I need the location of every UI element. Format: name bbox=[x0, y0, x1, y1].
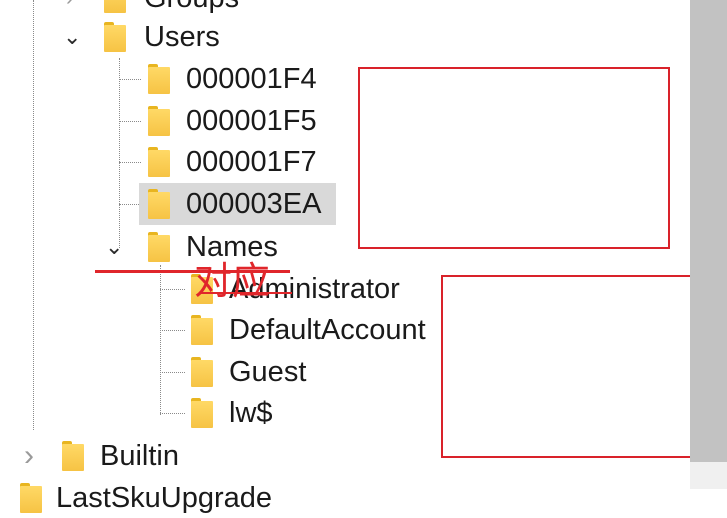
tree-node-label: 000003EA bbox=[186, 188, 322, 220]
tree-node-builtin[interactable]: › Builtin bbox=[0, 436, 250, 476]
chevron-right-icon[interactable]: › bbox=[66, 0, 73, 18]
tree-node-label: 000001F7 bbox=[186, 146, 317, 178]
tree-node-label: DefaultAccount bbox=[229, 314, 426, 346]
guide-line bbox=[119, 204, 141, 205]
tree-node-guest[interactable]: Guest bbox=[185, 352, 385, 392]
folder-icon bbox=[148, 147, 170, 177]
folder-icon bbox=[148, 189, 170, 219]
tree-node-label: Guest bbox=[229, 356, 307, 388]
guide-line bbox=[160, 372, 185, 373]
folder-icon bbox=[191, 357, 213, 387]
folder-icon bbox=[104, 22, 126, 52]
guide-line bbox=[119, 121, 141, 122]
tree-node-label: Groups bbox=[144, 0, 239, 18]
tree-node-users[interactable]: ⌄ Users bbox=[0, 17, 300, 57]
guide-line bbox=[119, 79, 141, 80]
guide-line bbox=[119, 162, 141, 163]
tree-node-label: Users bbox=[144, 21, 220, 53]
tree-node-label: LastSkuUpgrade bbox=[56, 482, 273, 514]
folder-icon bbox=[20, 483, 42, 513]
tree-node-000001f4[interactable]: 000001F4 bbox=[140, 59, 340, 99]
tree-node-000003ea[interactable]: 000003EA bbox=[140, 184, 340, 224]
guide-line bbox=[160, 330, 185, 331]
tree-node-label: 000001F5 bbox=[186, 105, 317, 137]
folder-icon bbox=[148, 64, 170, 94]
chevron-right-icon[interactable]: › bbox=[24, 436, 34, 476]
vertical-scrollbar[interactable] bbox=[690, 0, 727, 489]
annotation-box-names bbox=[441, 275, 727, 458]
scrollbar-thumb[interactable] bbox=[690, 0, 727, 462]
folder-icon bbox=[148, 106, 170, 136]
guide-line bbox=[160, 265, 161, 415]
chevron-down-icon[interactable]: ⌄ bbox=[63, 17, 81, 57]
tree-node-000001f7[interactable]: 000001F7 bbox=[140, 142, 340, 182]
folder-icon bbox=[62, 441, 84, 471]
folder-icon bbox=[191, 315, 213, 345]
tree-node-000001f5[interactable]: 000001F5 bbox=[140, 101, 340, 141]
tree-node-label: Builtin bbox=[100, 440, 179, 472]
chevron-down-icon[interactable]: ⌄ bbox=[105, 227, 123, 267]
folder-icon bbox=[148, 232, 170, 262]
guide-line bbox=[119, 58, 120, 248]
annotation-label: 对应 bbox=[194, 259, 271, 303]
guide-line bbox=[33, 0, 34, 430]
tree-node-partial[interactable]: LastSkuUpgrade bbox=[0, 478, 300, 518]
tree-node-groups[interactable]: › Groups bbox=[0, 0, 300, 18]
tree-node-lw[interactable]: lw$ bbox=[185, 393, 385, 433]
tree-node-label: lw$ bbox=[229, 397, 273, 429]
tree-node-label: 000001F4 bbox=[186, 63, 317, 95]
folder-icon bbox=[104, 0, 126, 13]
folder-icon bbox=[191, 398, 213, 428]
guide-line bbox=[160, 413, 185, 414]
annotation-box-users bbox=[358, 67, 670, 249]
guide-line bbox=[160, 289, 185, 290]
tree-node-defaultaccount[interactable]: DefaultAccount bbox=[185, 310, 465, 350]
